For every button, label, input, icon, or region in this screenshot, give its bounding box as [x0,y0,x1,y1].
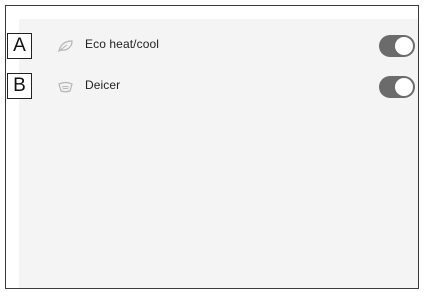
setting-label: Eco heat/cool [85,37,160,51]
toggle-knob [395,78,413,96]
leaf-icon [58,40,73,53]
callout-a: A [7,33,32,59]
toggle-knob [395,37,413,55]
settings-screen: A Eco heat/cool B Deicer [7,19,418,288]
deicer-toggle[interactable] [379,76,415,98]
deicer-icon [58,81,73,93]
eco-heat-cool-toggle[interactable] [379,35,415,57]
setting-label: Deicer [85,78,121,92]
figure-frame: A Eco heat/cool B Deicer [5,5,419,289]
callout-b: B [7,73,32,99]
setting-row-eco-heat-cool: A Eco heat/cool [7,32,418,68]
setting-row-deicer: B Deicer [7,73,418,109]
